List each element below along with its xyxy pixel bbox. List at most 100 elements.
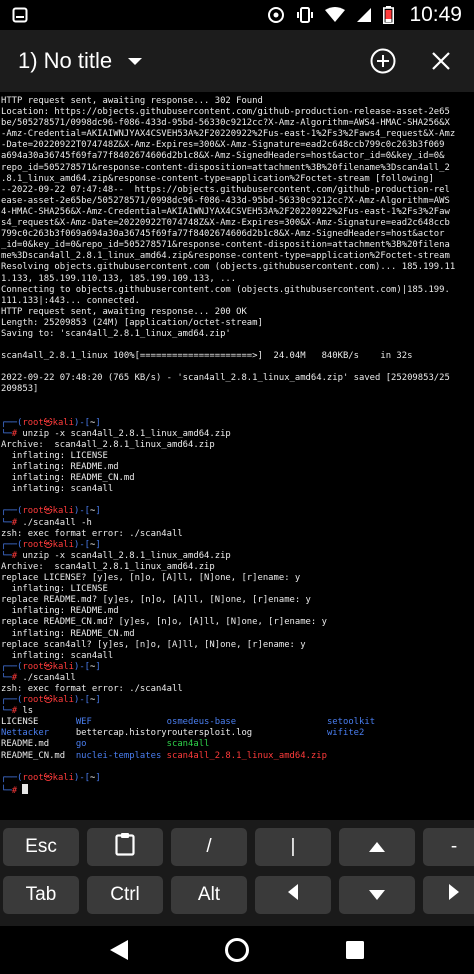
left-arrow-key[interactable] [255, 876, 331, 914]
terminal-line: 799c0c263b3f069a694a30a36745f69fa77f8402… [1, 229, 445, 240]
terminal-line: inflating: README.md [1, 462, 119, 473]
terminal-line: inflating: README_CN.md [1, 473, 135, 484]
close-icon[interactable] [426, 46, 456, 76]
terminal-cursor [22, 783, 29, 794]
ls-row: LICENSE WEF osmedeus-base setoolkit [1, 717, 473, 728]
prompt-hash: └─ [1, 706, 12, 717]
prompt-user: root㉿kali [22, 417, 74, 428]
ls-entry: bettercap.history [75, 728, 167, 739]
notification-box-icon [12, 7, 28, 23]
terminal-line: 4-HMAC-SHA256&X-Amz-Credential=AKIAIWNJY… [1, 206, 450, 217]
prompt-user: root㉿kali [22, 506, 74, 517]
terminal-line: 2022-09-22 07:48:20 (765 KB/s) - 'scan4a… [1, 373, 450, 384]
terminal-line: s4_request&X-Amz-Date=20220922T074748Z&X… [1, 218, 450, 229]
alt-key[interactable]: Alt [171, 876, 247, 914]
command-line: └─# unzip -x scan4all_2.8.1_linux_amd64.… [1, 429, 473, 440]
prompt-hash: └─ [1, 517, 12, 528]
terminal-line: inflating: LICENSE [1, 584, 108, 595]
terminal-line: Connecting to objects.githubusercontent.… [1, 284, 450, 295]
home-icon[interactable] [217, 930, 257, 970]
prompt-line: ┌──(root㉿kali)-[~] [1, 540, 473, 551]
ls-row: README_CN.md nuclei-templates scan4all_2… [1, 751, 473, 762]
right-arrow-icon [449, 884, 459, 906]
prompt-corner: ┌──( [1, 772, 23, 783]
clipboard-key[interactable] [87, 828, 163, 866]
prompt-close: ] [95, 661, 101, 672]
prompt-corner: ┌──( [1, 506, 23, 517]
command-line: └─# ls [1, 706, 473, 717]
dash-key[interactable]: - [423, 828, 474, 866]
prompt-line: ┌──(root㉿kali)-[~] [1, 418, 473, 429]
slash-key[interactable]: / [171, 828, 247, 866]
battery-icon [383, 6, 395, 24]
prompt-close: ] [95, 417, 101, 428]
terminal-line: .8.1_linux_amd64.zip&response-content-ty… [1, 173, 434, 184]
prompt-corner: ┌──( [1, 417, 23, 428]
extra-keys-bar: Esc / | - Tab Ctrl Alt [0, 820, 474, 926]
command-text: ./scan4all -h [17, 517, 92, 528]
ls-row: Nettacker bettercap.historyroutersploit.… [1, 728, 473, 739]
terminal-line: 1.133, 185.199.110.133, 185.199.109.133,… [1, 273, 237, 284]
terminal-line: scan4all_2.8.1_linux 100%[==============… [1, 351, 413, 362]
prompt-corner: ┌──( [1, 695, 23, 706]
terminal-line: replace README.md? [y]es, [n]o, [A]ll, [… [1, 595, 311, 606]
prompt-close: ] [95, 539, 101, 550]
terminal-line: inflating: scan4all [1, 484, 114, 495]
terminal-line: --2022-09-22 07:47:48-- https://objects.… [1, 184, 450, 195]
terminal-line: Archive: scan4all_2.8.1_linux_amd64.zip [1, 439, 215, 450]
prompt-hash: └─ [1, 428, 12, 439]
add-session-icon[interactable] [368, 46, 398, 76]
ls-entry: go [75, 739, 167, 750]
vibrate-icon [296, 6, 314, 24]
pipe-key[interactable]: | [255, 828, 331, 866]
terminal-line: inflating: LICENSE [1, 451, 108, 461]
signal-icon [356, 7, 372, 23]
tab-key[interactable]: Tab [3, 876, 79, 914]
prompt-separator: )-[ [74, 661, 91, 672]
terminal-line: _id=0&key_id=0&repo_id=505278571&respons… [1, 240, 450, 251]
prompt-close: ] [95, 772, 101, 783]
terminal-line: Saving to: 'scan4all_2.8.1_linux_amd64.z… [1, 328, 231, 339]
terminal-line: HTTP request sent, awaiting response... … [1, 306, 247, 317]
prompt-line: ┌──(root㉿kali)-[~] [1, 506, 473, 517]
prompt-hash: └─ [1, 785, 12, 795]
prompt-corner: ┌──( [1, 661, 23, 672]
ls-entry: WEF [75, 717, 167, 728]
back-icon[interactable] [99, 930, 139, 970]
terminal-line: zsh: exec format error: ./scan4all [1, 683, 183, 694]
prompt-separator: )-[ [74, 417, 91, 428]
up-arrow-key[interactable] [339, 828, 415, 866]
terminal-line: Length: 25209853 (24M) [application/octe… [1, 317, 263, 328]
command-text: unzip -x scan4all_2.8.1_linux_amd64.zip [17, 428, 231, 439]
ls-entry: Nettacker [1, 728, 76, 739]
prompt-close: ] [95, 506, 101, 517]
terminal-line: HTTP request sent, awaiting response... … [1, 96, 263, 106]
prompt-user: root㉿kali [22, 695, 74, 706]
prompt-user: root㉿kali [22, 661, 74, 672]
ctrl-key[interactable]: Ctrl [87, 876, 163, 914]
right-arrow-key[interactable] [423, 876, 474, 914]
terminal-line: me%3Dscan4all_2.8.1_linux_amd64.zip&resp… [1, 251, 450, 262]
down-arrow-key[interactable] [339, 876, 415, 914]
terminal-line: 209853] [1, 384, 39, 395]
up-arrow-icon [369, 836, 385, 858]
ls-entry: nuclei-templates [75, 750, 167, 761]
dropdown-icon[interactable] [128, 57, 143, 65]
recents-icon[interactable] [335, 930, 375, 970]
prompt-hash: └─ [1, 672, 12, 683]
terminal-line: inflating: README_CN.md [1, 628, 135, 639]
ls-entry: README_CN.md [1, 750, 76, 761]
terminal-line: -Date=20220922T074748Z&X-Amz-Expires=300… [1, 140, 445, 151]
command-text: unzip -x scan4all_2.8.1_linux_amd64.zip [17, 550, 231, 561]
prompt-hash: └─ [1, 550, 12, 561]
esc-key[interactable]: Esc [3, 828, 79, 866]
ls-entry: LICENSE [1, 717, 76, 728]
terminal-line: ease-asset-2e65be/505278571/0998dc96-f08… [1, 195, 450, 206]
terminal-view[interactable]: HTTP request sent, awaiting response... … [0, 94, 474, 820]
terminal-line: inflating: README.md [1, 606, 119, 617]
session-title[interactable]: 1) No title [18, 48, 112, 74]
